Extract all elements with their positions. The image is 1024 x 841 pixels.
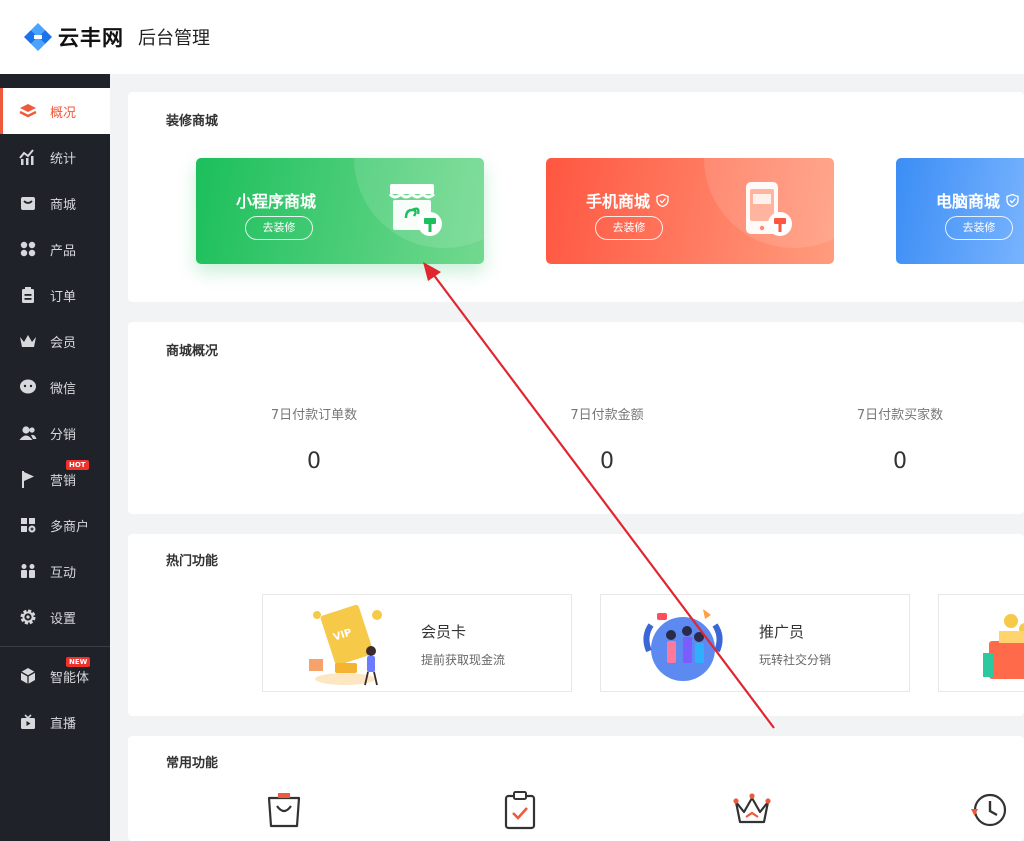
feature-title: 推广员 [759,623,805,641]
cube-icon [18,666,38,686]
gift-illustration-icon [983,614,1024,679]
stat-label: 7日付款买家数 [856,408,944,423]
order-icon [18,285,38,305]
sidebar-item-live[interactable]: 直播 [0,699,110,745]
logo-icon [24,23,52,51]
history-clock-icon[interactable] [968,790,1008,830]
common-features-card: 常用功能 [128,736,1024,841]
sidebar-item-label: 商城 [50,197,77,213]
shop-icon [388,184,442,236]
sidebar-item-members[interactable]: 会员 [0,318,110,364]
brand-name: 云丰网 [58,26,124,50]
phone-icon [746,182,792,236]
sidebar-divider [0,646,110,647]
flag-icon [18,469,38,489]
users-icon [18,423,38,443]
sidebar-item-label: 营销 [50,473,77,489]
stat-value: 0 [307,449,321,474]
stat-value: 0 [893,449,907,474]
sidebar-item-wechat[interactable]: 微信 [0,364,110,410]
sidebar-item-products[interactable]: 产品 [0,226,110,272]
sidebar-item-settings[interactable]: 设置 [0,594,110,640]
sidebar-item-label: 设置 [50,611,77,627]
decorate-card: 装修商城 小程序商城 去装修 手机商城 去装修 电脑商城 去装修 [128,92,1024,302]
sidebar-item-distribution[interactable]: 分销 [0,410,110,456]
store-icon [18,193,38,213]
sidebar-item-label: 微信 [50,381,77,397]
miniprogram-shop-tile[interactable]: 小程序商城 去装修 [196,158,484,264]
tile-name: 手机商城 [586,192,651,211]
promoter-illustration-icon [643,609,723,681]
shopping-bag-icon[interactable] [264,790,304,830]
stat-amount: 7日付款金额 0 [507,404,707,474]
third-hot-feature[interactable] [938,594,1024,692]
feature-title: 会员卡 [421,623,467,641]
decorate-pc-button[interactable]: 去装修 [945,216,1013,240]
chart-icon [18,147,38,167]
sidebar-item-label: 分销 [50,427,77,443]
decorate-mobile-button[interactable]: 去装修 [595,216,663,240]
layers-icon [18,101,38,121]
new-badge: NEW [66,657,91,667]
member-card-feature[interactable]: VIP 会员卡 提前获取现金流 [262,594,572,692]
hot-features-card: 热门功能 VIP 会员卡 提前获取现金流 推广员 玩转社交分销 [128,534,1024,716]
tile-name: 电脑商城 [936,192,1001,211]
sidebar-item-interaction[interactable]: 互动 [0,548,110,594]
stat-buyers: 7日付款买家数 0 [800,404,1000,474]
stat-label: 7日付款金额 [570,408,644,423]
feature-desc: 玩转社交分销 [759,653,832,667]
wechat-icon [18,377,38,397]
sidebar-item-mall[interactable]: 商城 [0,180,110,226]
sidebar-item-overview[interactable]: 概况 [0,88,110,134]
sidebar-item-label: 多商户 [50,519,90,535]
merchant-icon [18,515,38,535]
decorate-title: 装修商城 [166,114,219,129]
hot-badge: HOT [66,460,89,470]
sidebar-item-orders[interactable]: 订单 [0,272,110,318]
sidebar-item-label: 直播 [50,716,77,732]
header-title: 后台管理 [138,28,210,49]
promoter-feature[interactable]: 推广员 玩转社交分销 [600,594,910,692]
decorate-miniprogram-button[interactable]: 去装修 [245,216,313,240]
clipboard-check-icon[interactable] [500,790,540,830]
sidebar: 概况 统计 商城 产品 订单 会员 微信 分销 营销 HOT 多商户 互动 设置… [0,74,110,841]
verified-shield-icon [1006,193,1019,207]
overview-card: 商城概况 7日付款订单数 0 7日付款金额 0 7日付款买家数 0 [128,322,1024,514]
sidebar-item-label: 产品 [50,243,77,259]
sidebar-item-stats[interactable]: 统计 [0,134,110,180]
sidebar-item-agent[interactable]: 智能体 NEW [0,653,110,699]
common-title: 常用功能 [166,756,219,771]
sidebar-item-multi-merchant[interactable]: 多商户 [0,502,110,548]
verified-shield-icon [656,193,669,207]
sidebar-item-label: 互动 [50,565,77,581]
sidebar-item-label: 订单 [50,289,77,305]
tv-icon [18,712,38,732]
top-header: 云丰网 后台管理 [0,0,1024,74]
gear-icon [18,607,38,627]
mobile-shop-tile[interactable]: 手机商城 去装修 [546,158,834,264]
crown-icon [18,331,38,351]
sidebar-item-label: 会员 [50,335,77,351]
vip-card-illustration-icon: VIP [309,604,382,686]
sidebar-item-label: 概况 [50,105,77,121]
overview-title: 商城概况 [166,344,219,359]
crown-member-icon[interactable] [732,790,772,830]
sidebar-item-marketing[interactable]: 营销 HOT [0,456,110,502]
interact-icon [18,561,38,581]
stat-value: 0 [600,449,614,474]
grid-icon [18,239,38,259]
stat-orders: 7日付款订单数 0 [214,404,414,474]
sidebar-item-label: 智能体 [50,670,90,686]
pc-shop-tile[interactable]: 电脑商城 去装修 [896,158,1024,264]
sidebar-item-label: 统计 [50,151,77,167]
hot-title: 热门功能 [166,554,219,569]
feature-desc: 提前获取现金流 [421,653,506,667]
stat-label: 7日付款订单数 [270,408,358,423]
tile-name: 小程序商城 [236,192,317,211]
